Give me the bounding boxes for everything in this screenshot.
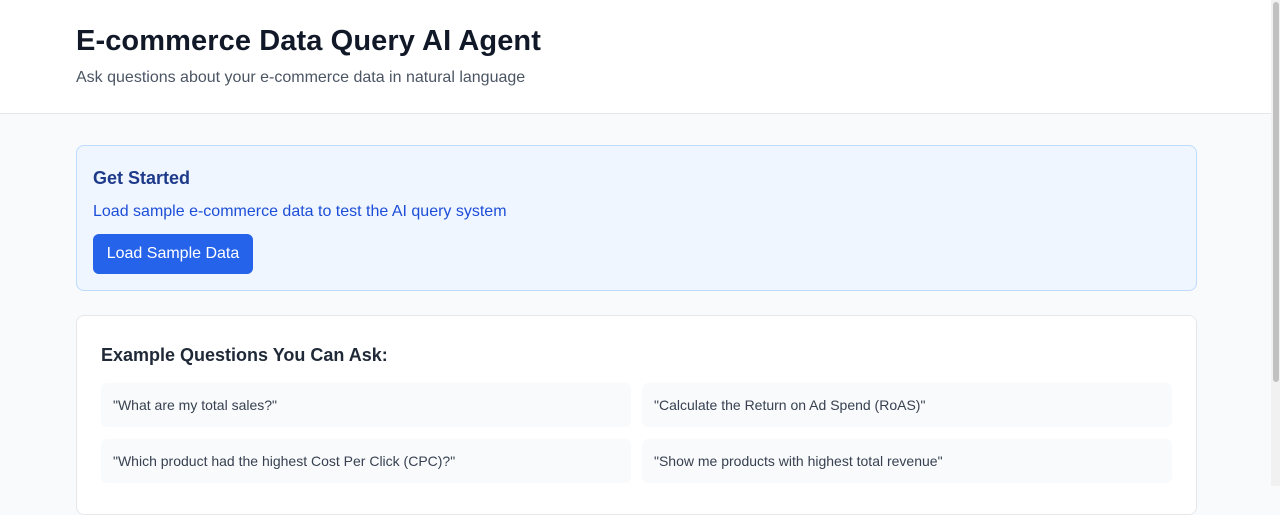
get-started-title: Get Started [93,168,191,188]
example-questions-panel: Example Questions You Can Ask: "What are… [76,315,1197,515]
scrollbar-thumb[interactable] [1273,2,1279,382]
page-title: E-commerce Data Query AI Agent [76,25,541,57]
get-started-description: Load sample e-commerce data to test the … [93,203,507,220]
load-sample-data-button[interactable]: Load Sample Data [93,234,253,274]
example-question-roas[interactable]: "Calculate the Return on Ad Spend (RoAS)… [642,383,1172,427]
example-question-total-sales[interactable]: "What are my total sales?" [101,383,631,427]
page-scrollbar[interactable] [1271,0,1280,486]
example-question-highest-revenue[interactable]: "Show me products with highest total rev… [642,439,1172,483]
example-question-highest-cpc[interactable]: "Which product had the highest Cost Per … [101,439,631,483]
get-started-panel: Get Started Load sample e-commerce data … [76,145,1197,291]
page-subtitle: Ask questions about your e-commerce data… [76,69,526,86]
example-questions-title: Example Questions You Can Ask: [101,345,388,365]
example-questions-grid: "What are my total sales?" "Calculate th… [101,383,1172,483]
page-header: E-commerce Data Query AI Agent Ask quest… [0,0,1271,114]
